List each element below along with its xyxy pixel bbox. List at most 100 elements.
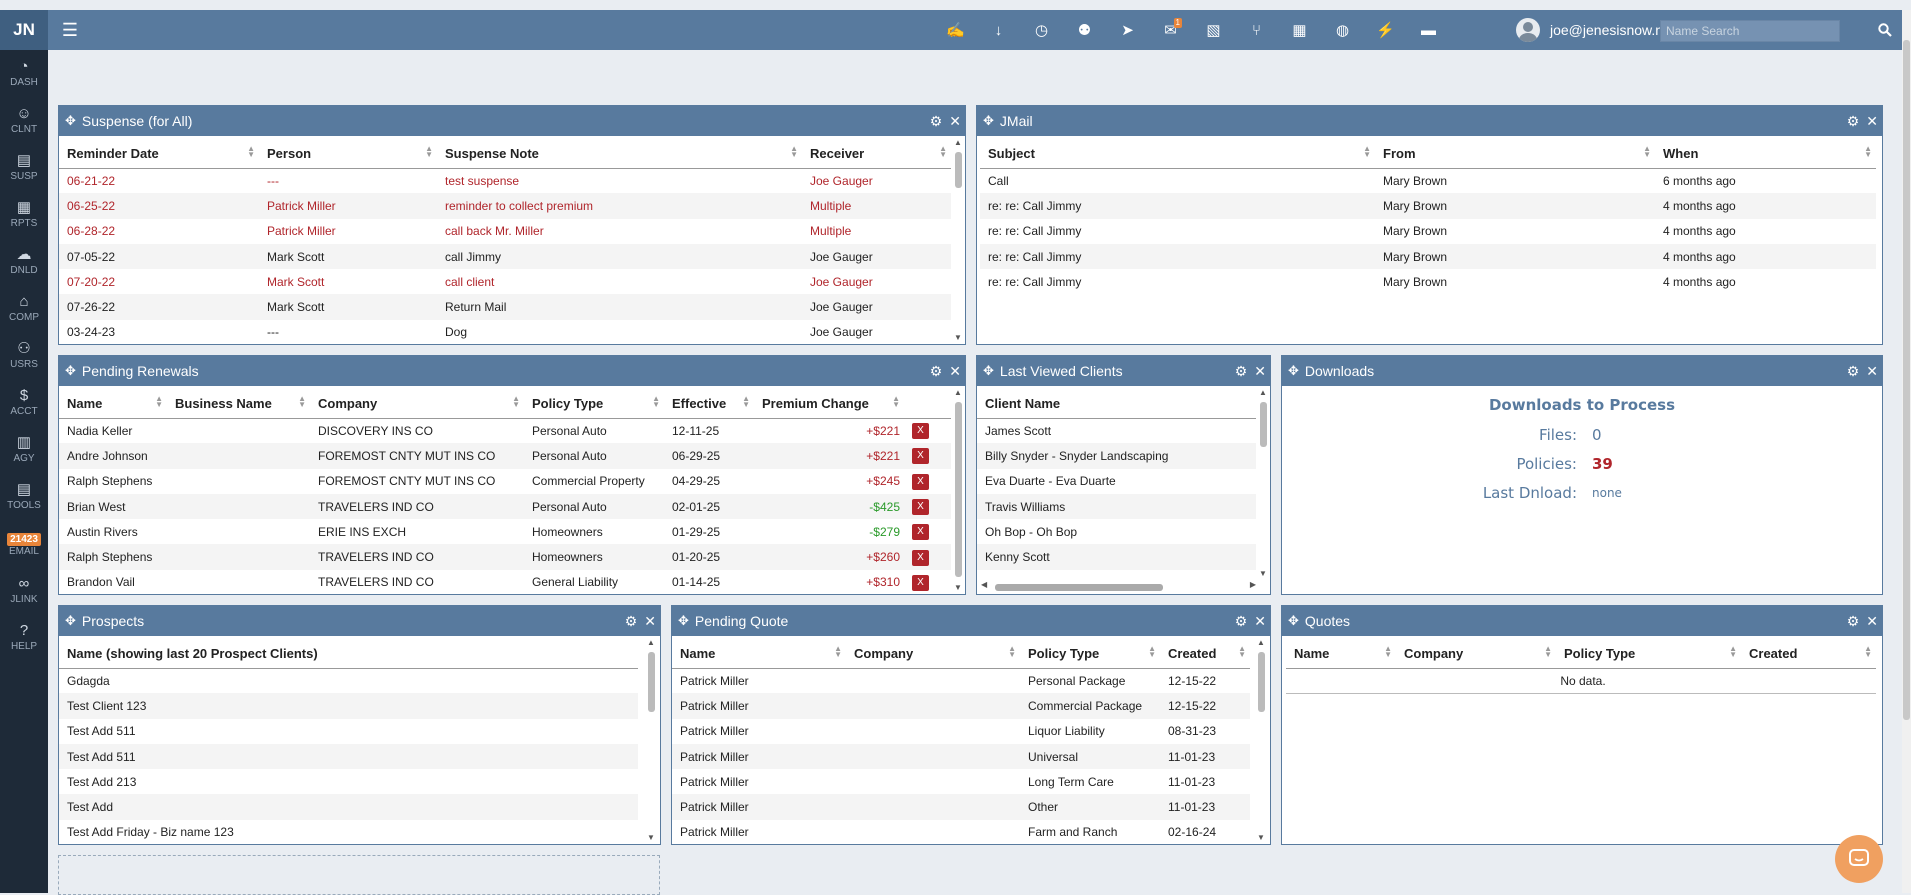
mail-icon[interactable]: ✉ 1: [1149, 10, 1192, 50]
column-header[interactable]: Suspense Note ▲ ▼: [437, 136, 802, 169]
table-row[interactable]: Austin Rivers ERIE INS EXCH Homeowners 01-2…: [59, 519, 951, 544]
list-item[interactable]: Gdagda: [59, 668, 638, 693]
table-row[interactable]: Patrick Miller Commercial Package 12-15-22: [672, 693, 1250, 719]
sort-icon[interactable]: ▲ ▼: [1544, 645, 1552, 659]
sort-icon[interactable]: ▲ ▼: [1729, 645, 1737, 659]
panel-header[interactable]: ✥ JMail ⚙ ✕: [977, 106, 1882, 136]
remove-button[interactable]: X: [912, 499, 929, 516]
pdf-icon[interactable]: ▧: [1192, 10, 1235, 50]
sort-icon[interactable]: ▲ ▼: [939, 145, 947, 159]
sidebar-item-dash[interactable]: ◔ DASH: [0, 50, 48, 97]
panel-header[interactable]: ✥ Last Viewed Clients ⚙ ✕: [977, 356, 1270, 386]
add-widget-dropzone[interactable]: [58, 855, 660, 895]
table-row[interactable]: 06-25-22 Patrick Miller reminder to collec…: [59, 193, 951, 219]
column-header[interactable]: Policy Type ▲ ▼: [1556, 636, 1741, 669]
close-icon[interactable]: ✕: [1866, 363, 1878, 380]
table-row[interactable]: Brandon Vail TRAVELERS IND CO General Liab…: [59, 570, 951, 594]
column-header[interactable]: Company ▲ ▼: [1396, 636, 1556, 669]
name-search-input[interactable]: [1660, 20, 1840, 42]
sidebar-item-acct[interactable]: $ ACCT: [0, 379, 48, 426]
column-header[interactable]: Created ▲ ▼: [1741, 636, 1876, 669]
move-icon[interactable]: ✥: [65, 613, 76, 629]
globe-icon[interactable]: ◍: [1321, 10, 1364, 50]
panel-header[interactable]: ✥ Pending Renewals ⚙ ✕: [59, 356, 965, 386]
close-icon[interactable]: ✕: [644, 613, 656, 630]
close-icon[interactable]: ✕: [1254, 363, 1266, 380]
column-header[interactable]: Name ▲ ▼: [672, 636, 846, 669]
move-icon[interactable]: ✥: [1288, 613, 1299, 629]
horizontal-scrollbar[interactable]: ◀ ▶: [981, 580, 1256, 592]
list-item[interactable]: Eva Duarte - Eva Duarte: [977, 469, 1256, 494]
column-header[interactable]: Company ▲ ▼: [310, 386, 524, 419]
column-header[interactable]: Name ▲ ▼: [59, 386, 167, 419]
panel-header[interactable]: ✥ Prospects ⚙ ✕: [59, 606, 660, 636]
sort-icon[interactable]: ▲ ▼: [834, 645, 842, 659]
column-header[interactable]: Effective ▲ ▼: [664, 386, 754, 419]
scrollbar[interactable]: ▲ ▼: [1257, 638, 1266, 842]
table-row[interactable]: 06-21-22 --- test suspense Joe Gauger: [59, 168, 951, 193]
list-item[interactable]: Test Add 213: [59, 769, 638, 794]
list-item[interactable]: Test Add: [59, 794, 638, 820]
sort-icon[interactable]: ▲ ▼: [1864, 645, 1872, 659]
column-header[interactable]: Client Name: [977, 386, 1256, 419]
table-row[interactable]: re: re: Call Jimmy Mary Brown 4 months ago: [980, 219, 1876, 244]
scrollbar[interactable]: ▲ ▼: [1259, 388, 1268, 578]
sort-icon[interactable]: ▲ ▼: [892, 395, 900, 409]
files-count[interactable]: 0: [1592, 426, 1602, 444]
table-row[interactable]: 07-26-22 Mark Scott Return Mail Joe Gauger: [59, 294, 951, 320]
table-row[interactable]: 06-28-22 Patrick Miller call back Mr. Mill…: [59, 219, 951, 244]
clock-icon[interactable]: ◷: [1020, 10, 1063, 50]
table-row[interactable]: Andre Johnson FOREMOST CNTY MUT INS CO Per…: [59, 443, 951, 469]
move-icon[interactable]: ✥: [65, 363, 76, 379]
table-row[interactable]: Ralph Stephens TRAVELERS IND CO Homeowners…: [59, 544, 951, 570]
panel-header[interactable]: ✥ Pending Quote ⚙ ✕: [672, 606, 1270, 636]
sort-icon[interactable]: ▲ ▼: [155, 395, 163, 409]
panel-header[interactable]: ✥ Downloads ⚙ ✕: [1282, 356, 1882, 386]
gear-icon[interactable]: ⚙: [1847, 113, 1860, 130]
list-item[interactable]: James Scott: [977, 418, 1256, 443]
sort-icon[interactable]: ▲ ▼: [742, 395, 750, 409]
scrollbar[interactable]: ▲ ▼: [954, 388, 963, 592]
table-row[interactable]: Patrick Miller Long Term Care 11-01-23: [672, 769, 1250, 794]
table-row[interactable]: 03-24-23 --- Dog Joe Gauger: [59, 320, 951, 344]
sidebar-item-susp[interactable]: ▤ SUSP: [0, 144, 48, 191]
gear-icon[interactable]: ⚙: [1235, 363, 1248, 380]
list-item[interactable]: Test Add 511: [59, 743, 638, 770]
list-item[interactable]: Test Add 511: [59, 719, 638, 744]
remove-button[interactable]: X: [912, 524, 929, 541]
sidebar-item-email[interactable]: 21423 EMAIL: [0, 520, 48, 567]
chat-icon[interactable]: [1835, 835, 1883, 883]
sort-icon[interactable]: ▲ ▼: [1864, 145, 1872, 159]
table-row[interactable]: Patrick Miller Other 11-01-23: [672, 794, 1250, 820]
sort-icon[interactable]: ▲ ▼: [1384, 645, 1392, 659]
sort-icon[interactable]: ▲ ▼: [790, 145, 798, 159]
sort-icon[interactable]: ▲ ▼: [512, 395, 520, 409]
list-item[interactable]: Test Client 123: [59, 693, 638, 719]
list-item[interactable]: Travis Williams: [977, 493, 1256, 520]
list-item[interactable]: Test Add Friday - Biz name 123: [59, 820, 638, 844]
sidebar-item-comp[interactable]: ⌂ COMP: [0, 285, 48, 332]
fork-knife-icon[interactable]: ⑂: [1235, 10, 1278, 50]
column-header[interactable]: Receiver ▲ ▼: [802, 136, 951, 169]
close-icon[interactable]: ✕: [949, 113, 961, 130]
hamburger-menu-icon[interactable]: ☰: [48, 10, 92, 50]
table-row[interactable]: Patrick Miller Liquor Liability 08-31-23: [672, 719, 1250, 744]
column-header[interactable]: Person ▲ ▼: [259, 136, 437, 169]
table-row[interactable]: re: re: Call Jimmy Mary Brown 4 months ago: [980, 193, 1876, 219]
table-row[interactable]: 07-20-22 Mark Scott call client Joe Gauger: [59, 269, 951, 294]
column-header[interactable]: When ▲ ▼: [1655, 136, 1876, 169]
sort-icon[interactable]: ▲ ▼: [1148, 645, 1156, 659]
remove-button[interactable]: X: [912, 574, 929, 591]
sidebar-item-agy[interactable]: ▥ AGY: [0, 426, 48, 473]
send-icon[interactable]: ➤: [1106, 10, 1149, 50]
sidebar-item-jlink[interactable]: ∞ JLINK: [0, 567, 48, 614]
table-row[interactable]: Patrick Miller Universal 11-01-23: [672, 743, 1250, 770]
column-header[interactable]: Company ▲ ▼: [846, 636, 1020, 669]
sort-icon[interactable]: ▲ ▼: [247, 145, 255, 159]
table-row[interactable]: re: re: Call Jimmy Mary Brown 4 months ago: [980, 269, 1876, 294]
gear-icon[interactable]: ⚙: [1235, 613, 1248, 630]
remove-button[interactable]: X: [912, 473, 929, 490]
table-row[interactable]: 07-05-22 Mark Scott call Jimmy Joe Gauger: [59, 243, 951, 270]
calendar-icon[interactable]: ▦: [1278, 10, 1321, 50]
move-icon[interactable]: ✥: [983, 113, 994, 129]
